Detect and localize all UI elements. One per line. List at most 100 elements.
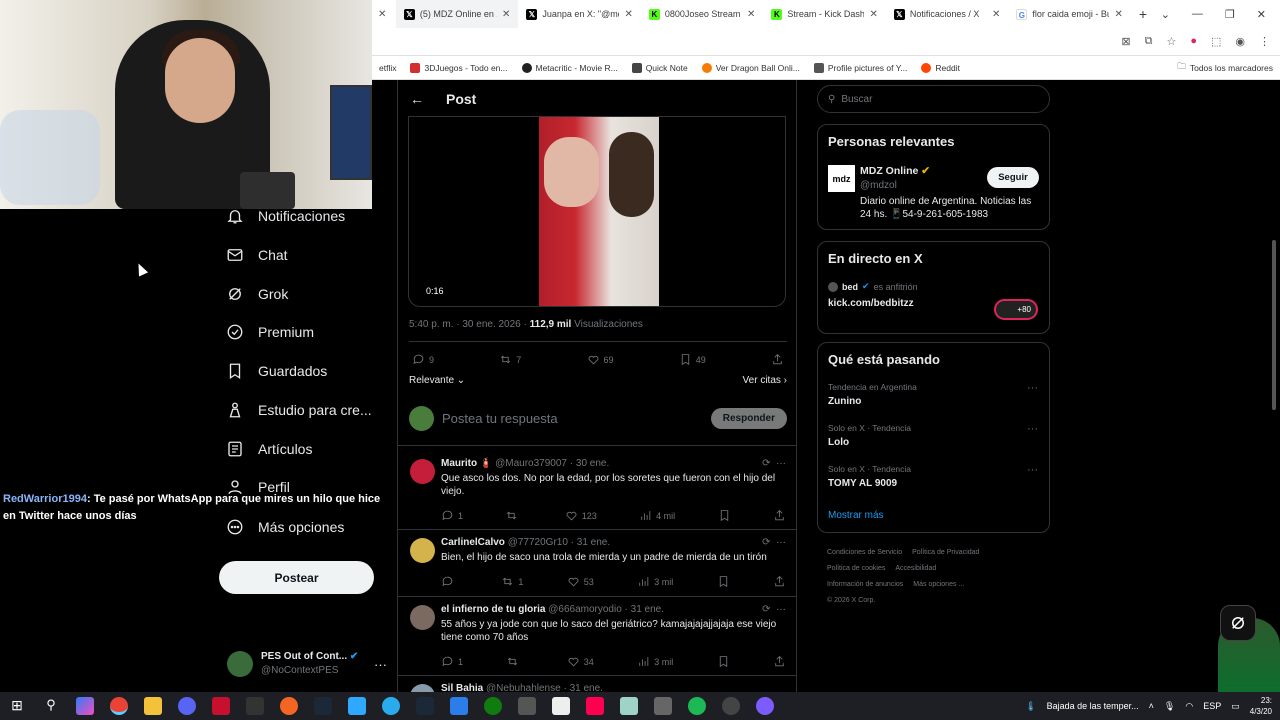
minimize-icon[interactable]: — [1192,8,1203,21]
close-window-icon[interactable]: ✕ [1257,8,1266,21]
tab-juanpa[interactable]: 𝕏Juanpa en X: "@mdz...✕ [518,0,641,28]
live-listeners[interactable]: +80 [994,299,1038,320]
wifi-icon[interactable]: ◠ [1185,701,1193,712]
reply-author[interactable]: CarlinelCalvo [441,537,505,548]
nav-grok[interactable]: Grok [226,285,288,303]
reply-item[interactable]: el infierno de tu gloria @666amoryodio ·… [398,597,796,676]
extensions-icon[interactable]: ⬚ [1211,35,1221,48]
all-bookmarks[interactable]: 🗀 Todos los marcadores [1170,61,1280,75]
footer-link[interactable]: Política de cookies [827,565,885,572]
tab-notificaciones[interactable]: 𝕏 Notificaciones / X ✕ [886,0,1009,28]
cast-icon[interactable]: ⊠ [1121,35,1130,48]
reply-menu[interactable]: ⟳ ··· [762,537,786,548]
weather-text[interactable]: Bajada de las temper... [1047,701,1139,711]
firefox-icon[interactable] [280,697,298,715]
close-icon[interactable]: ✕ [502,9,510,20]
trend-item[interactable]: Solo en X · Tendencia Lolo ··· [828,423,1038,448]
reply-author[interactable]: el infierno de tu gloria [441,604,545,615]
reply-menu[interactable]: ⟳ ··· [762,458,786,469]
sort-dropdown[interactable]: Relevante ⌄ [409,375,465,386]
reply-menu[interactable]: ⟳ ··· [762,604,786,615]
nav-premium[interactable]: Premium [226,323,314,341]
reply-input[interactable]: Postea tu respuesta [442,411,711,426]
tiktok-icon[interactable] [586,697,604,715]
tab-google-search[interactable]: Gflor caida emoji - Bus...✕ [1008,0,1131,28]
telegram-icon[interactable] [382,697,400,715]
share-action[interactable] [773,509,786,522]
reply-action[interactable]: 1 [441,509,463,522]
chevron-up-icon[interactable]: ˄ [1149,701,1154,711]
nav-estudio[interactable]: Estudio para cre... [226,401,372,419]
more-icon[interactable]: ··· [1027,423,1038,435]
star-icon[interactable]: ☆ [1166,35,1176,48]
bookmark-reddit[interactable]: Reddit [914,62,967,73]
bookmark-action[interactable] [717,575,730,588]
quotes-link[interactable]: Ver citas › [743,375,787,386]
language-indicator[interactable]: ESP [1203,701,1221,711]
app-icon[interactable] [518,697,536,715]
footer-link[interactable]: Información de anuncios [827,581,903,588]
account-switcher[interactable]: PES Out of Cont... ✔ @NoContextPES ··· [227,648,387,680]
bookmark-quick-note[interactable]: Quick Note [625,62,695,73]
repost-action[interactable]: 7 [499,353,521,366]
xbox-icon[interactable] [484,697,502,715]
views-action[interactable]: 4 mil [639,509,675,522]
reply-item[interactable]: Sil Bahia @Nebuhahlense · 31 ene. [398,676,796,692]
reply-author[interactable]: Sil Bahia [441,683,483,692]
close-icon[interactable]: ✕ [992,9,1000,20]
bookmark-3djuegos[interactable]: 3DJuegos - Todo en... [403,62,514,73]
close-icon[interactable]: ✕ [1114,9,1122,20]
reply-action[interactable]: 1 [441,655,463,668]
tab-joseo-stream[interactable]: K0800Joseo Stream - V...✕ [641,0,764,28]
epic-games-icon[interactable] [246,697,264,715]
more-icon[interactable]: ··· [1027,464,1038,476]
network-icon[interactable]: ▭ [1231,701,1240,712]
reply-item[interactable]: CarlinelCalvo @77720Gr10 · 31 ene. ⟳ ···… [398,530,796,597]
bookmark-dragon-ball[interactable]: Ver Dragon Ball Onli... [695,62,807,73]
like-action[interactable]: 69 [587,353,614,366]
copilot-icon[interactable] [76,697,94,715]
share-action[interactable] [771,353,784,366]
reply-button[interactable]: Responder [710,408,787,429]
repost-action[interactable] [506,655,523,668]
video-player[interactable]: 0:16 [408,116,786,307]
footer-link[interactable]: Accesibilidad [895,565,936,572]
repost-action[interactable] [505,509,522,522]
extension-red-icon[interactable]: ● [1190,35,1197,48]
like-action[interactable]: 53 [567,575,594,588]
share-action[interactable] [773,575,786,588]
views-action[interactable]: 3 mil [637,575,673,588]
trend-item[interactable]: Solo en X · Tendencia TOMY AL 9009 ··· [828,464,1038,489]
like-action[interactable]: 34 [567,655,594,668]
discord-icon[interactable] [178,697,196,715]
more-icon[interactable]: ··· [1027,382,1038,394]
bookmark-action[interactable]: 49 [679,353,706,366]
app-icon[interactable] [654,697,672,715]
grok-floating-button[interactable] [1220,605,1256,641]
bookmark-action[interactable] [717,655,730,668]
address-bar[interactable]: ⊠ ⧉ ☆ ● ⬚ ◉ ⋮ [372,28,1280,56]
nav-articulos[interactable]: Artículos [226,440,312,458]
reply-author[interactable]: Maurito 🧯 [441,458,492,469]
app-red-icon[interactable] [212,697,230,715]
install-icon[interactable]: ⧉ [1145,35,1153,48]
nav-guardados[interactable]: Guardados [226,362,327,380]
trend-item[interactable]: Tendencia en Argentina Zunino ··· [828,382,1038,407]
menu-icon[interactable]: ⋮ [1259,35,1270,48]
tab-search-icon[interactable]: ⌄ [1161,8,1170,21]
back-arrow-icon[interactable]: ← [410,91,424,107]
like-action[interactable]: 123 [565,509,597,522]
nav-chat[interactable]: Chat [226,246,288,264]
bookmark-action[interactable] [718,509,731,522]
bookmark-profile-pictures[interactable]: Profile pictures of Y... [807,62,915,73]
nav-notificaciones[interactable]: Notificaciones [226,207,345,225]
tab-kick-dashboard[interactable]: KStream - Kick Dashbo...✕ [763,0,886,28]
post-timestamp[interactable]: 5:40 p. m. · 30 ene. 2026 · [409,319,530,330]
app-icon[interactable] [314,697,332,715]
file-explorer-icon[interactable] [144,697,162,715]
new-tab-button[interactable]: + [1131,0,1161,28]
reply-item[interactable]: Maurito 🧯 @Mauro379007 · 30 ene. ⟳ ··· Q… [398,451,796,530]
spotify-icon[interactable] [688,697,706,715]
close-icon[interactable]: ✕ [624,9,632,20]
profile-avatar[interactable]: ◉ [1235,35,1245,48]
